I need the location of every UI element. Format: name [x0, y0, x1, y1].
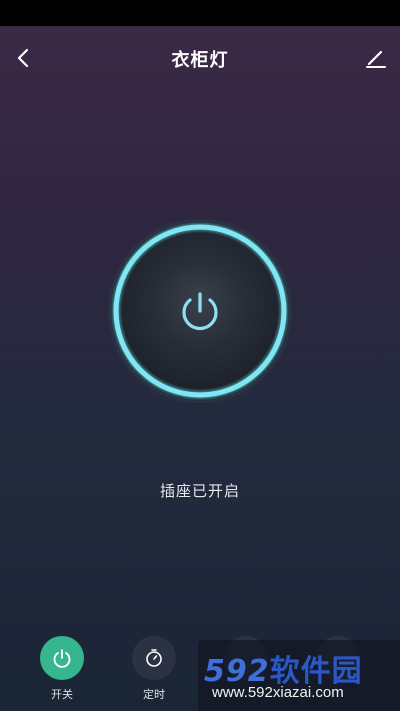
power-icon	[53, 649, 71, 668]
edit-button[interactable]	[362, 44, 390, 72]
nav-label-timer: 定时	[143, 688, 165, 701]
header: 衣柜灯	[0, 26, 400, 90]
power-knob	[110, 221, 290, 401]
watermark-overlay: 592软件园 www.592xiazai.com	[198, 640, 400, 711]
nav-item-timer[interactable]: 定时	[119, 636, 189, 702]
nav-item-switch[interactable]: 开关	[27, 636, 97, 702]
status-bar	[0, 0, 400, 26]
nav-switch-circle	[40, 636, 84, 680]
nav-label-switch: 开关	[51, 688, 73, 701]
page-title: 衣柜灯	[171, 50, 229, 71]
watermark-site: www.592xiazai.com	[212, 684, 344, 701]
timer-icon	[146, 649, 162, 667]
power-toggle[interactable]	[108, 219, 292, 403]
pencil-icon	[366, 50, 386, 68]
nav-timer-circle	[132, 636, 176, 680]
device-status-text: 插座已开启	[159, 482, 240, 500]
